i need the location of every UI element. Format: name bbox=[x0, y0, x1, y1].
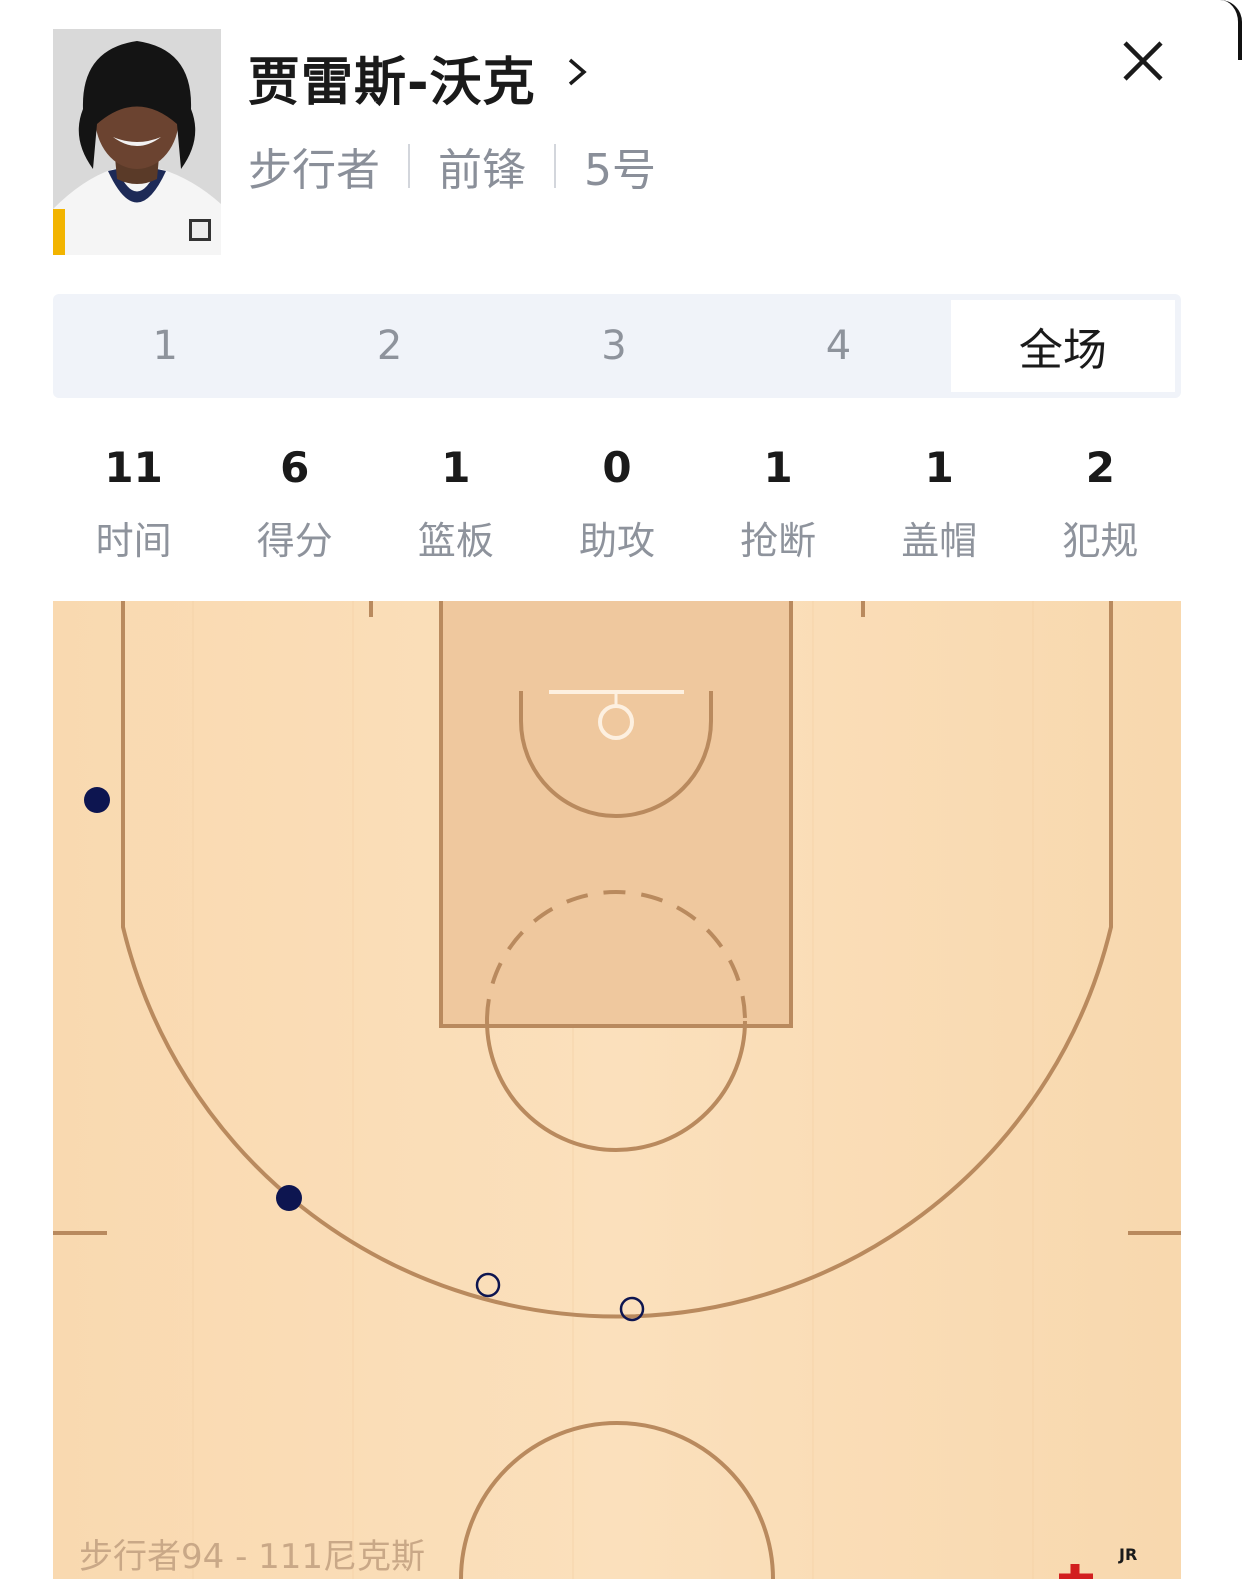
stat-fouls: 2 犯规 bbox=[1020, 440, 1181, 565]
quarter-tabs: 1 2 3 4 全场 bbox=[53, 294, 1181, 398]
stat-value: 6 bbox=[280, 443, 310, 492]
tab-quarter-1[interactable]: 1 bbox=[53, 300, 277, 392]
stat-value: 1 bbox=[924, 443, 954, 492]
paint-area bbox=[439, 601, 793, 1028]
close-icon[interactable] bbox=[1112, 30, 1174, 92]
player-avatar[interactable] bbox=[53, 29, 221, 255]
tab-full-game[interactable]: 全场 bbox=[950, 300, 1176, 392]
stat-value: 1 bbox=[763, 443, 793, 492]
shot-chart: 步行者94 - 111尼克斯 JR bbox=[53, 601, 1181, 1579]
stat-summary: 11 时间 6 得分 1 篮板 0 助攻 1 抢断 1 盖帽 2 犯规 bbox=[53, 440, 1181, 565]
stat-minutes: 11 时间 bbox=[53, 440, 214, 565]
shot-made[interactable] bbox=[276, 1185, 302, 1211]
player-name[interactable]: 贾雷斯-沃克 bbox=[248, 40, 536, 115]
meta-divider bbox=[554, 144, 556, 188]
player-team: 步行者 bbox=[248, 145, 380, 196]
meta-divider bbox=[408, 144, 410, 188]
stat-points: 6 得分 bbox=[214, 440, 375, 565]
tab-quarter-3[interactable]: 3 bbox=[502, 300, 726, 392]
stat-label: 抢断 bbox=[740, 519, 817, 563]
player-meta: 步行者 前锋 5号 bbox=[248, 136, 656, 196]
stat-rebounds: 1 篮板 bbox=[375, 440, 536, 565]
player-position: 前锋 bbox=[438, 145, 526, 196]
stat-value: 0 bbox=[602, 443, 632, 492]
chevron-right-icon[interactable] bbox=[560, 52, 594, 92]
stat-label: 盖帽 bbox=[901, 519, 978, 563]
court-diagram bbox=[53, 601, 1181, 1579]
player-photo bbox=[53, 29, 221, 255]
tab-quarter-2[interactable]: 2 bbox=[277, 300, 501, 392]
stat-steals: 1 抢断 bbox=[698, 440, 859, 565]
player-number: 5号 bbox=[584, 145, 656, 196]
stat-value: 1 bbox=[441, 443, 471, 492]
watermark-logo: JR bbox=[1059, 1545, 1137, 1579]
tab-quarter-4[interactable]: 4 bbox=[726, 300, 950, 392]
stat-label: 得分 bbox=[256, 519, 333, 563]
stat-label: 助攻 bbox=[578, 519, 655, 563]
game-score: 步行者94 - 111尼克斯 bbox=[79, 1537, 426, 1577]
stat-label: 篮板 bbox=[417, 519, 494, 563]
svg-text:JR: JR bbox=[1118, 1545, 1137, 1564]
shot-made[interactable] bbox=[84, 787, 110, 813]
stat-label: 时间 bbox=[95, 519, 172, 563]
stat-blocks: 1 盖帽 bbox=[859, 440, 1020, 565]
stat-label: 犯规 bbox=[1062, 519, 1139, 563]
screen-edge bbox=[1220, 0, 1242, 60]
stat-assists: 0 助攻 bbox=[536, 440, 697, 565]
stat-value: 11 bbox=[104, 443, 163, 492]
stat-value: 2 bbox=[1085, 443, 1116, 492]
